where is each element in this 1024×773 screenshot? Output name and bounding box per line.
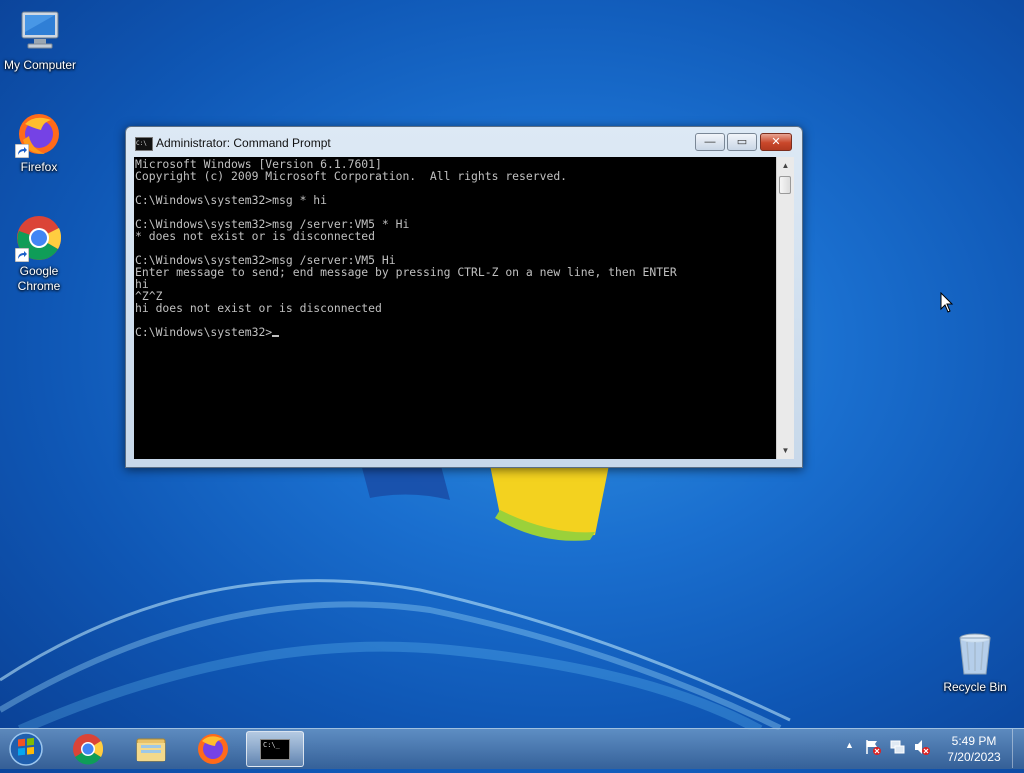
desktop-icon-label: My Computer bbox=[3, 58, 77, 72]
taskbar-firefox[interactable] bbox=[185, 731, 241, 767]
command-prompt-icon: C:\_ bbox=[260, 739, 290, 760]
console-prompt: C:\Windows\system32> bbox=[135, 325, 273, 339]
console-text: Microsoft Windows [Version 6.1.7601] Cop… bbox=[135, 157, 677, 339]
minimize-icon: — bbox=[704, 136, 716, 148]
command-prompt-icon: C:\ bbox=[135, 137, 153, 151]
volume-muted-icon[interactable] bbox=[913, 738, 931, 759]
taskbar-chrome[interactable] bbox=[60, 731, 116, 767]
close-icon: ✕ bbox=[771, 136, 781, 148]
desktop-icon-label: Firefox bbox=[20, 160, 58, 174]
close-button[interactable]: ✕ bbox=[760, 133, 792, 151]
chevron-up-icon: ▲ bbox=[845, 740, 854, 750]
chrome-icon bbox=[15, 214, 63, 262]
firefox-icon bbox=[15, 110, 63, 158]
scroll-up-arrow-icon[interactable]: ▲ bbox=[777, 157, 794, 174]
scroll-down-arrow-icon[interactable]: ▼ bbox=[777, 442, 794, 459]
desktop-icon-label: Recycle Bin bbox=[943, 680, 1007, 694]
taskbar-command-prompt[interactable]: C:\_ bbox=[246, 731, 304, 767]
shortcut-arrow-icon bbox=[15, 144, 29, 158]
command-prompt-window[interactable]: C:\ Administrator: Command Prompt — ▭ ✕ … bbox=[125, 126, 803, 468]
folder-icon bbox=[136, 738, 166, 762]
show-desktop-button[interactable] bbox=[1012, 729, 1024, 768]
window-titlebar[interactable]: C:\ Administrator: Command Prompt — ▭ ✕ bbox=[126, 127, 802, 157]
chrome-icon bbox=[73, 734, 104, 765]
vertical-scrollbar[interactable]: ▲ ▼ bbox=[776, 157, 794, 459]
minimize-button[interactable]: — bbox=[695, 133, 725, 151]
show-hidden-icons-button[interactable]: ▲ bbox=[845, 740, 854, 750]
wallpaper-swoosh bbox=[0, 579, 791, 730]
action-center-icon[interactable] bbox=[864, 738, 882, 759]
desktop-icon-my-computer[interactable]: My Computer bbox=[0, 8, 80, 73]
taskbar-file-explorer[interactable] bbox=[123, 731, 179, 767]
start-button[interactable] bbox=[4, 730, 48, 768]
window-title: Administrator: Command Prompt bbox=[156, 136, 331, 150]
console-output[interactable]: Microsoft Windows [Version 6.1.7601] Cop… bbox=[134, 157, 776, 459]
shortcut-arrow-icon bbox=[15, 248, 29, 262]
desktop-icon-label: Google Chrome bbox=[17, 264, 61, 293]
console-cursor bbox=[272, 335, 280, 337]
clock-time: 5:49 PM bbox=[951, 734, 997, 748]
desktop-icon-recycle-bin[interactable]: Recycle Bin bbox=[935, 630, 1015, 695]
network-icon[interactable] bbox=[889, 738, 907, 759]
recycle-bin-icon bbox=[951, 630, 999, 678]
maximize-icon: ▭ bbox=[736, 136, 748, 148]
mouse-pointer-icon bbox=[940, 292, 954, 313]
windows-start-orb-icon bbox=[9, 732, 43, 766]
clock-date: 7/20/2023 bbox=[947, 750, 1001, 764]
maximize-button[interactable]: ▭ bbox=[727, 133, 757, 151]
my-computer-icon bbox=[16, 8, 64, 56]
desktop-icon-google-chrome[interactable]: Google Chrome bbox=[0, 214, 79, 294]
desktop-icon-firefox[interactable]: Firefox bbox=[0, 110, 79, 175]
firefox-icon bbox=[198, 734, 228, 764]
scrollbar-thumb[interactable] bbox=[779, 176, 791, 194]
taskbar-clock[interactable]: 5:49 PM 7/20/2023 bbox=[940, 733, 1008, 765]
